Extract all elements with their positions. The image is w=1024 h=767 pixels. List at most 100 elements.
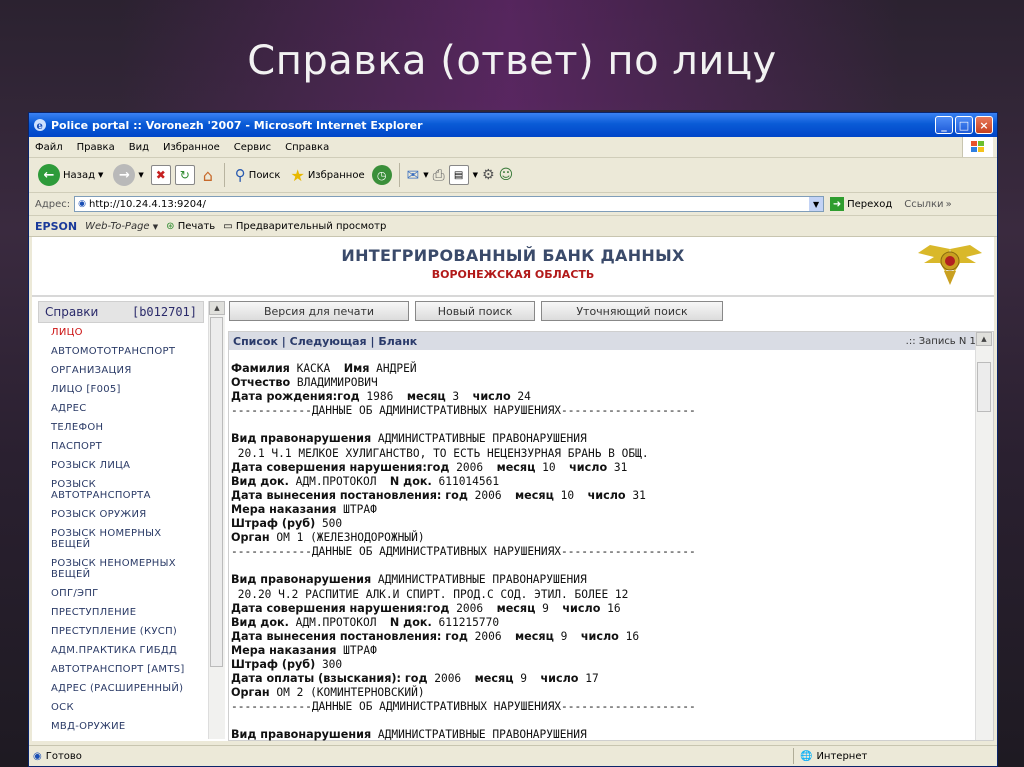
new-search-button[interactable]: Новый поиск (415, 301, 535, 321)
sidebar-item[interactable]: РОЗЫСК ОРУЖИЯ (38, 505, 204, 524)
chevron-down-icon[interactable]: ▼ (809, 197, 824, 211)
police-emblem-icon (918, 245, 982, 285)
menu-favorites[interactable]: Избранное (163, 142, 220, 153)
star-icon: ★ (290, 165, 305, 185)
menu-file[interactable]: Файл (35, 142, 63, 153)
printer-icon: ⊛ (166, 220, 175, 232)
home-icon[interactable]: ⌂ (199, 166, 217, 185)
print-version-button[interactable]: Версия для печати (229, 301, 409, 321)
refine-search-button[interactable]: Уточняющий поиск (541, 301, 723, 321)
forward-arrow-icon: → (113, 164, 136, 186)
address-input[interactable]: ◉ http://10.24.4.13:9204/ ▼ (74, 196, 825, 212)
sidebar-item[interactable]: ЛИЦО [F005] (38, 380, 204, 399)
forward-button[interactable]: → ▼ (110, 164, 146, 186)
record-field-label: Штраф (руб) (231, 657, 316, 671)
record-field-label: Вид док. (231, 615, 289, 629)
record-field-value: 3 (445, 390, 473, 404)
window-titlebar[interactable]: e Police portal :: Voronezh '2007 - Micr… (29, 113, 997, 137)
sidebar-item[interactable]: ЛИЦО (38, 323, 204, 342)
edit-icon[interactable]: ▤ (448, 165, 469, 185)
record-field-label: Дата совершения нарушения:год (231, 601, 450, 615)
record-field-value: ШТРАФ (336, 502, 377, 516)
sidebar-item[interactable]: РОЗЫСК ЛИЦА (38, 456, 204, 475)
record-field-value: 611014561 (431, 474, 500, 488)
record-field-value: 2006 (449, 601, 497, 615)
toolbar: ← Назад ▼ → ▼ ✖ ↻ ⌂ ⚲ Поиск ★ Избранное … (29, 158, 997, 193)
nav-blank-link[interactable]: Бланк (378, 335, 417, 348)
sidebar-item[interactable]: ТЕЛЕФОН (38, 418, 204, 437)
record-field-value: 16 (600, 601, 621, 615)
close-button[interactable]: × (975, 116, 993, 134)
sidebar-item[interactable]: АВТОМОТОТРАНСПОРТ (38, 342, 204, 361)
sidebar-item[interactable]: АДРЕС (38, 399, 204, 418)
history-icon[interactable]: ◷ (371, 165, 392, 185)
sidebar-item[interactable]: АДМ.ПРАКТИКА ГИБДД (38, 641, 204, 660)
record-line: Вид док. АДМ.ПРОТОКОЛ N док. 611014561 (231, 475, 971, 489)
search-button[interactable]: ⚲ Поиск (232, 166, 284, 184)
sidebar-item[interactable]: ПРЕСТУПЛЕНИЕ (38, 603, 204, 622)
epson-preview-button[interactable]: ▭ Предварительный просмотр (223, 221, 386, 232)
search-icon: ⚲ (234, 166, 246, 184)
epson-print-button[interactable]: ⊛ Печать (166, 221, 215, 232)
action-buttons: Версия для печати Новый поиск Уточняющий… (229, 301, 723, 321)
favorites-button[interactable]: ★ Избранное (287, 166, 367, 185)
nav-list-link[interactable]: Список (233, 335, 278, 348)
menu-view[interactable]: Вид (129, 142, 149, 153)
record-field-label: число (580, 629, 619, 643)
sidebar-scroll-thumb[interactable] (210, 317, 223, 667)
scroll-up-icon[interactable]: ▲ (976, 332, 992, 346)
chevron-down-icon: ▼ (98, 171, 104, 179)
sidebar-item[interactable]: ПАСПОРТ (38, 437, 204, 456)
sidebar-item[interactable]: ОПГ/ЭПГ (38, 584, 204, 603)
sidebar-item[interactable]: МВД-ОРУЖИЕ (38, 717, 204, 736)
sidebar-item[interactable]: РОЗЫСК НОМЕРНЫХ ВЕЩЕЙ (38, 524, 204, 554)
slide-title: Справка (ответ) по лицу (247, 38, 777, 84)
sidebar-item[interactable]: РОЗЫСК НЕНОМЕРНЫХ ВЕЩЕЙ (38, 554, 204, 584)
sidebar-item[interactable]: РОЗЫСК АВТОТРАНСПОРТА (38, 475, 204, 505)
stop-icon[interactable]: ✖ (150, 165, 171, 185)
page-header: ИНТЕГРИРОВАННЫЙ БАНК ДАННЫХ ВОРОНЕЖСКАЯ … (32, 237, 994, 297)
messenger-icon[interactable]: ☺ (499, 167, 514, 183)
mail-icon[interactable]: ✉ (407, 166, 420, 184)
record-field-value: КАСКА (289, 362, 344, 375)
back-button[interactable]: ← Назад ▼ (35, 164, 106, 186)
record-text: Фамилия КАСКА Имя АНДРЕЙ Отчество ВЛАДИМИ… (231, 362, 971, 741)
record-line: Мера наказания ШТРАФ (231, 644, 971, 658)
record-navbar: Список | Следующая | Бланк .:: Запись N … (229, 332, 993, 350)
status-bar: ◉ Готово 🌐 Интернет (29, 745, 997, 766)
sidebar-item[interactable]: ОСК (38, 698, 204, 717)
research-icon[interactable]: ⚙ (482, 167, 495, 183)
record-field-value: 31 (625, 488, 646, 502)
sidebar-item[interactable]: ОРГАНИЗАЦИЯ (38, 361, 204, 380)
record-field-label: месяц (515, 488, 554, 502)
menu-edit[interactable]: Правка (77, 142, 115, 153)
record-scroll-thumb[interactable] (977, 362, 991, 412)
sidebar-item[interactable]: АВТОТРАНСПОРТ [AMTS] (38, 660, 204, 679)
record-field-value: 9 (535, 601, 563, 615)
record-field-value: 24 (510, 390, 531, 404)
print-icon[interactable]: ⎙ (433, 166, 445, 184)
sidebar-item[interactable]: ПРЕСТУПЛЕНИЕ (КУСП) (38, 622, 204, 641)
minimize-button[interactable]: _ (935, 116, 953, 134)
refresh-icon[interactable]: ↻ (174, 165, 195, 185)
chevron-right-icon: » (945, 198, 952, 210)
go-button[interactable]: ➜ Переход (830, 197, 892, 211)
nav-next-link[interactable]: Следующая (290, 335, 367, 348)
record-field-label: число (587, 488, 626, 502)
sidebar-scrollbar[interactable]: ▲ (208, 301, 225, 739)
maximize-button[interactable]: □ (955, 116, 973, 134)
record-field-value: 2006 (449, 460, 497, 474)
record-line: Мера наказания ШТРАФ (231, 503, 971, 517)
links-button[interactable]: Ссылки (904, 199, 943, 210)
sidebar-item[interactable]: АДРЕС (РАСШИРЕННЫЙ) (38, 679, 204, 698)
record-line: Орган ОМ 2 (КОМИНТЕРНОВСКИЙ) (231, 686, 971, 700)
record-line (231, 559, 971, 573)
web-to-page-menu[interactable]: Web-To-Page ▼ (85, 221, 158, 232)
record-field-label: Имя (343, 362, 370, 375)
menu-help[interactable]: Справка (285, 142, 329, 153)
record-scrollbar[interactable]: ▲ (975, 332, 993, 740)
menu-tools[interactable]: Сервис (234, 142, 271, 153)
svg-text:e: e (37, 121, 43, 132)
scroll-up-icon[interactable]: ▲ (209, 301, 225, 315)
globe-icon: 🌐 (800, 750, 813, 762)
